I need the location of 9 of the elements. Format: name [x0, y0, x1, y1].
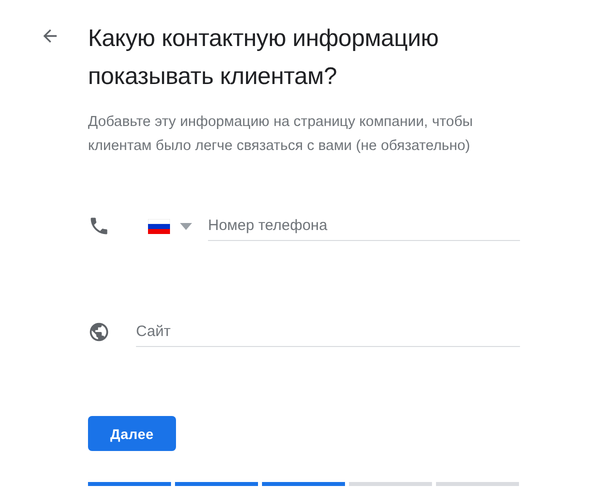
website-field[interactable]: Сайт [136, 317, 520, 347]
globe-icon [88, 321, 110, 343]
flag-icon[interactable] [148, 218, 170, 234]
next-button[interactable]: Далее [88, 416, 176, 451]
subtitle: Добавьте эту информацию на страницу компании, чтобы клиентам было легче связаться с вами (не обязательно) [88, 113, 474, 156]
phone-icon [88, 215, 110, 237]
phone-field[interactable]: Номер телефона [208, 211, 520, 241]
caret-icon[interactable] [180, 222, 192, 230]
page-title: Какую контактную информацию показывать клиентам? [88, 24, 440, 92]
